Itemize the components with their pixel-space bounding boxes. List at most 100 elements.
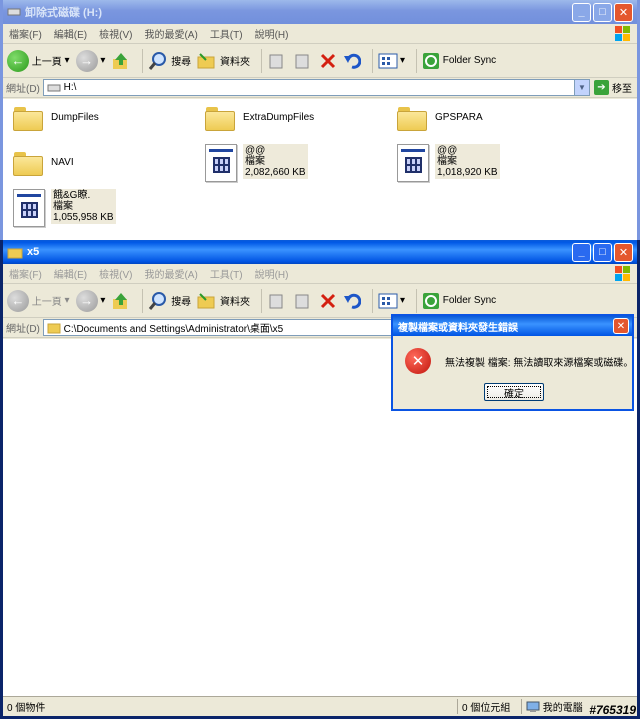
move-to-button[interactable] <box>267 292 287 310</box>
delete-button[interactable] <box>319 52 337 70</box>
dialog-title: 複製檔案或資料夾發生錯誤 <box>398 322 518 334</box>
menu-edit[interactable]: 編輯(E) <box>48 26 93 41</box>
folder-sync-button[interactable]: Folder Sync <box>422 52 496 70</box>
folder-sync-label: Folder Sync <box>442 55 497 66</box>
undo-button[interactable] <box>343 292 361 310</box>
menu-bar: 檔案(F) 編輯(E) 檢視(V) 我的最愛(A) 工具(T) 說明(H) <box>3 24 637 44</box>
menu-file[interactable]: 檔案(F) <box>3 266 48 281</box>
my-computer-icon <box>526 701 540 712</box>
address-label: 網址(D) <box>6 324 40 335</box>
search-button[interactable]: 搜尋 <box>148 291 191 311</box>
toolbar: ← 上一頁 ▾ → ▾ 搜尋 資料夾 ▾ Folder Sync <box>3 44 637 78</box>
menu-favorites[interactable]: 我的最愛(A) <box>138 26 203 41</box>
folder-item[interactable]: GPSPARA <box>397 105 483 131</box>
folders-label: 資料夾 <box>219 297 250 308</box>
copy-to-button[interactable] <box>293 52 313 70</box>
menu-file[interactable]: 檔案(F) <box>3 26 48 41</box>
folder-icon <box>397 105 427 131</box>
folder-sync-icon <box>423 52 439 69</box>
file-size: 1,018,920 KB <box>437 167 498 178</box>
maximize-button[interactable]: □ <box>593 2 612 22</box>
views-button[interactable]: ▾ <box>378 292 405 310</box>
file-icon <box>397 144 429 182</box>
folders-button[interactable]: 資料夾 <box>197 292 250 310</box>
file-size: 1,055,958 KB <box>53 212 114 223</box>
forward-button[interactable]: → ▾ <box>75 289 105 312</box>
folder-name: DumpFiles <box>51 112 99 123</box>
search-icon <box>149 51 167 70</box>
close-button[interactable]: ✕ <box>614 2 633 22</box>
search-button[interactable]: 搜尋 <box>148 51 191 71</box>
copy-to-button[interactable] <box>293 292 313 310</box>
toolbar-separator <box>260 48 262 73</box>
back-arrow-icon: ← <box>7 289 29 312</box>
title-bar[interactable]: 卸除式磁碟 (H:) _ □ ✕ <box>3 0 637 24</box>
file-item[interactable]: @@ 檔案 1,018,920 KB <box>397 144 500 182</box>
folders-button[interactable]: 資料夾 <box>197 52 250 70</box>
menu-favorites[interactable]: 我的最愛(A) <box>138 266 203 281</box>
menu-tools[interactable]: 工具(T) <box>204 26 249 41</box>
minimize-button[interactable]: _ <box>572 2 591 22</box>
menu-tools[interactable]: 工具(T) <box>204 266 249 281</box>
undo-button[interactable] <box>343 52 361 70</box>
menu-help[interactable]: 說明(H) <box>249 26 295 41</box>
watermark: #765319 <box>589 703 636 717</box>
minimize-button[interactable]: _ <box>572 242 591 262</box>
back-button[interactable]: ← 上一頁 ▾ <box>7 49 70 72</box>
dialog-title-bar[interactable]: 複製檔案或資料夾發生錯誤 ✕ <box>393 316 632 336</box>
ok-button[interactable]: 確定 <box>484 383 544 401</box>
status-bar: 0 個物件 0 個位元組 我的電腦 <box>3 696 637 716</box>
folder-item[interactable]: NAVI <box>13 150 74 176</box>
forward-button[interactable]: → ▾ <box>75 49 105 72</box>
menu-help[interactable]: 說明(H) <box>249 266 295 281</box>
file-name: @@ <box>245 145 266 156</box>
move-to-icon <box>269 294 283 308</box>
copy-to-icon <box>295 294 309 308</box>
close-button[interactable]: ✕ <box>614 242 633 262</box>
folder-icon <box>13 150 43 176</box>
title-bar[interactable]: x5 _ □ ✕ <box>3 240 637 264</box>
up-folder-icon <box>113 52 128 69</box>
address-dropdown-button[interactable]: ▼ <box>574 80 589 95</box>
delete-button[interactable] <box>319 292 337 310</box>
file-item[interactable]: @@ 檔案 2,082,660 KB <box>205 144 308 182</box>
window-title: x5 <box>27 246 40 258</box>
toolbar-separator <box>371 48 373 73</box>
menu-view[interactable]: 檢視(V) <box>93 266 138 281</box>
toolbar-separator <box>416 288 417 313</box>
address-value: C:\Documents and Settings\Administrator\… <box>63 324 284 335</box>
folders-label: 資料夾 <box>219 57 250 68</box>
file-name: 餓&G瞭. <box>53 190 91 201</box>
window-title: 卸除式磁碟 (H:) <box>25 7 102 19</box>
views-button[interactable]: ▾ <box>378 52 405 70</box>
go-label: 移至 <box>612 84 632 95</box>
folder-item[interactable]: ExtraDumpFiles <box>205 105 314 131</box>
file-item[interactable]: 餓&G瞭. 檔案 1,055,958 KB <box>13 189 116 227</box>
address-input[interactable]: H:\ ▼ <box>42 79 590 96</box>
folder-item[interactable]: DumpFiles <box>13 105 99 131</box>
error-icon: ✕ <box>405 348 431 374</box>
delete-x-icon <box>320 293 336 308</box>
forward-arrow-icon: → <box>75 49 98 72</box>
back-button[interactable]: ← 上一頁 ▾ <box>7 289 70 312</box>
go-button[interactable]: ➔ 移至 <box>594 80 632 95</box>
folder-icon <box>7 248 23 258</box>
views-icon <box>378 293 398 308</box>
dialog-close-button[interactable]: ✕ <box>613 318 629 334</box>
folder-name: ExtraDumpFiles <box>243 112 315 123</box>
menu-view[interactable]: 檢視(V) <box>93 26 138 41</box>
toolbar-separator <box>142 48 144 73</box>
maximize-button[interactable]: □ <box>593 242 612 262</box>
windows-logo-icon <box>615 266 630 281</box>
toolbar-separator <box>371 288 373 313</box>
folder-name: GPSPARA <box>435 112 483 123</box>
up-folder-button[interactable] <box>111 51 131 71</box>
folder-name: NAVI <box>51 157 74 168</box>
folder-sync-button[interactable]: Folder Sync <box>422 292 496 310</box>
explorer-window-removable-disk: 卸除式磁碟 (H:) _ □ ✕ 檔案(F) 編輯(E) 檢視(V) 我的最愛(… <box>0 0 640 240</box>
toolbar-separator <box>416 48 417 73</box>
up-folder-button[interactable] <box>111 291 131 311</box>
move-to-button[interactable] <box>267 52 287 70</box>
menu-edit[interactable]: 編輯(E) <box>48 266 93 281</box>
file-kind: 檔案 <box>245 156 265 167</box>
